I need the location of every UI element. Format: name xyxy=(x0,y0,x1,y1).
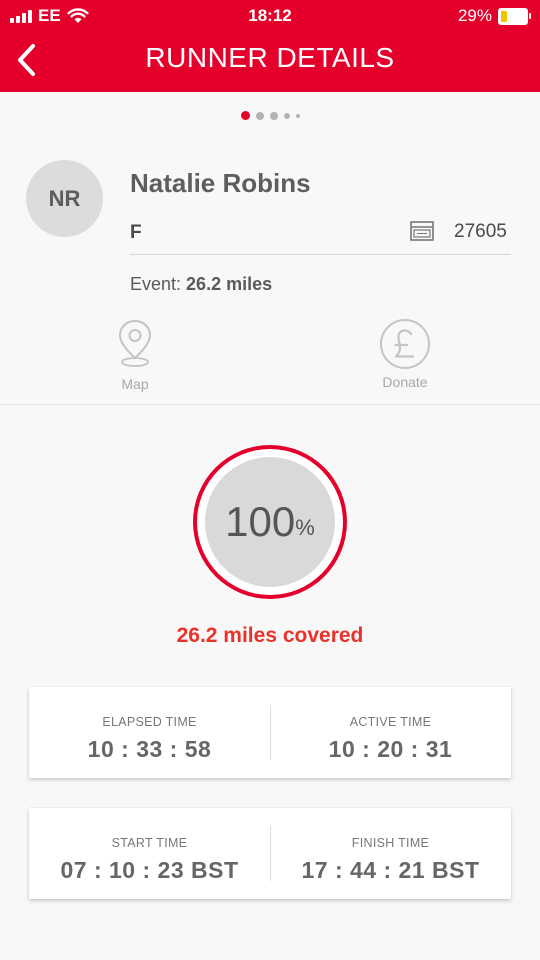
map-pin-icon xyxy=(118,319,152,367)
stat-value: 17 : 44 : 21 BST xyxy=(301,857,480,883)
avatar: NR xyxy=(26,160,103,237)
app-header: EE 18:12 29% RUNNER DETAILS xyxy=(0,0,540,92)
event-info: Event: 26.2 miles xyxy=(130,274,272,295)
stat-start: START TIME 07 : 10 : 23 BST xyxy=(29,808,270,899)
progress-circle: 100 % xyxy=(205,457,335,587)
stat-elapsed: ELAPSED TIME 10 : 33 : 58 xyxy=(29,687,270,778)
page-dot[interactable] xyxy=(269,111,278,120)
distance-covered: 26.2 miles covered xyxy=(176,624,364,647)
stat-label: START TIME xyxy=(111,836,188,850)
donate-button[interactable]: Donate xyxy=(370,318,440,390)
avatar-initials: NR xyxy=(48,185,81,211)
stat-value: 07 : 10 : 23 BST xyxy=(60,857,239,883)
time-card-elapsed-active: ELAPSED TIME 10 : 33 : 58 ACTIVE TIME 10… xyxy=(29,687,511,778)
stat-finish: FINISH TIME 17 : 44 : 21 BST xyxy=(270,808,511,899)
page-indicator[interactable] xyxy=(0,111,540,120)
runner-gender: F xyxy=(130,222,142,243)
page-dot[interactable] xyxy=(295,113,300,118)
page-title: RUNNER DETAILS xyxy=(145,42,395,73)
stat-active: ACTIVE TIME 10 : 20 : 31 xyxy=(270,687,511,778)
battery-percent: 29% xyxy=(457,6,492,25)
map-button[interactable]: Map xyxy=(106,318,164,392)
section-divider xyxy=(0,404,540,405)
stat-label: ACTIVE TIME xyxy=(349,715,432,729)
page-dot[interactable] xyxy=(283,112,290,119)
progress-ring: 100 % xyxy=(193,445,347,599)
progress-percent-sign: % xyxy=(295,515,315,540)
pound-icon xyxy=(380,319,430,369)
stat-value: 10 : 20 : 31 xyxy=(328,736,453,762)
battery-icon xyxy=(498,7,531,25)
bib-icon xyxy=(410,221,434,241)
runner-name: Natalie Robins xyxy=(130,168,311,198)
status-bar: EE 18:12 29% xyxy=(0,0,540,32)
map-label: Map xyxy=(121,376,149,392)
stat-label: FINISH TIME xyxy=(351,836,430,850)
info-divider xyxy=(130,254,511,255)
donate-label: Donate xyxy=(382,374,428,390)
stat-label: ELAPSED TIME xyxy=(102,715,197,729)
page-dot[interactable] xyxy=(255,111,264,120)
event-label: Event: xyxy=(130,274,182,294)
bib-number: 27605 xyxy=(454,221,507,242)
progress-percent: 100 xyxy=(225,498,296,545)
time-card-start-finish: START TIME 07 : 10 : 23 BST FINISH TIME … xyxy=(29,808,511,899)
page-dot[interactable] xyxy=(240,111,250,120)
stat-value: 10 : 33 : 58 xyxy=(87,736,212,762)
status-right: 29% xyxy=(457,6,531,26)
event-value: 26.2 miles xyxy=(186,274,273,294)
